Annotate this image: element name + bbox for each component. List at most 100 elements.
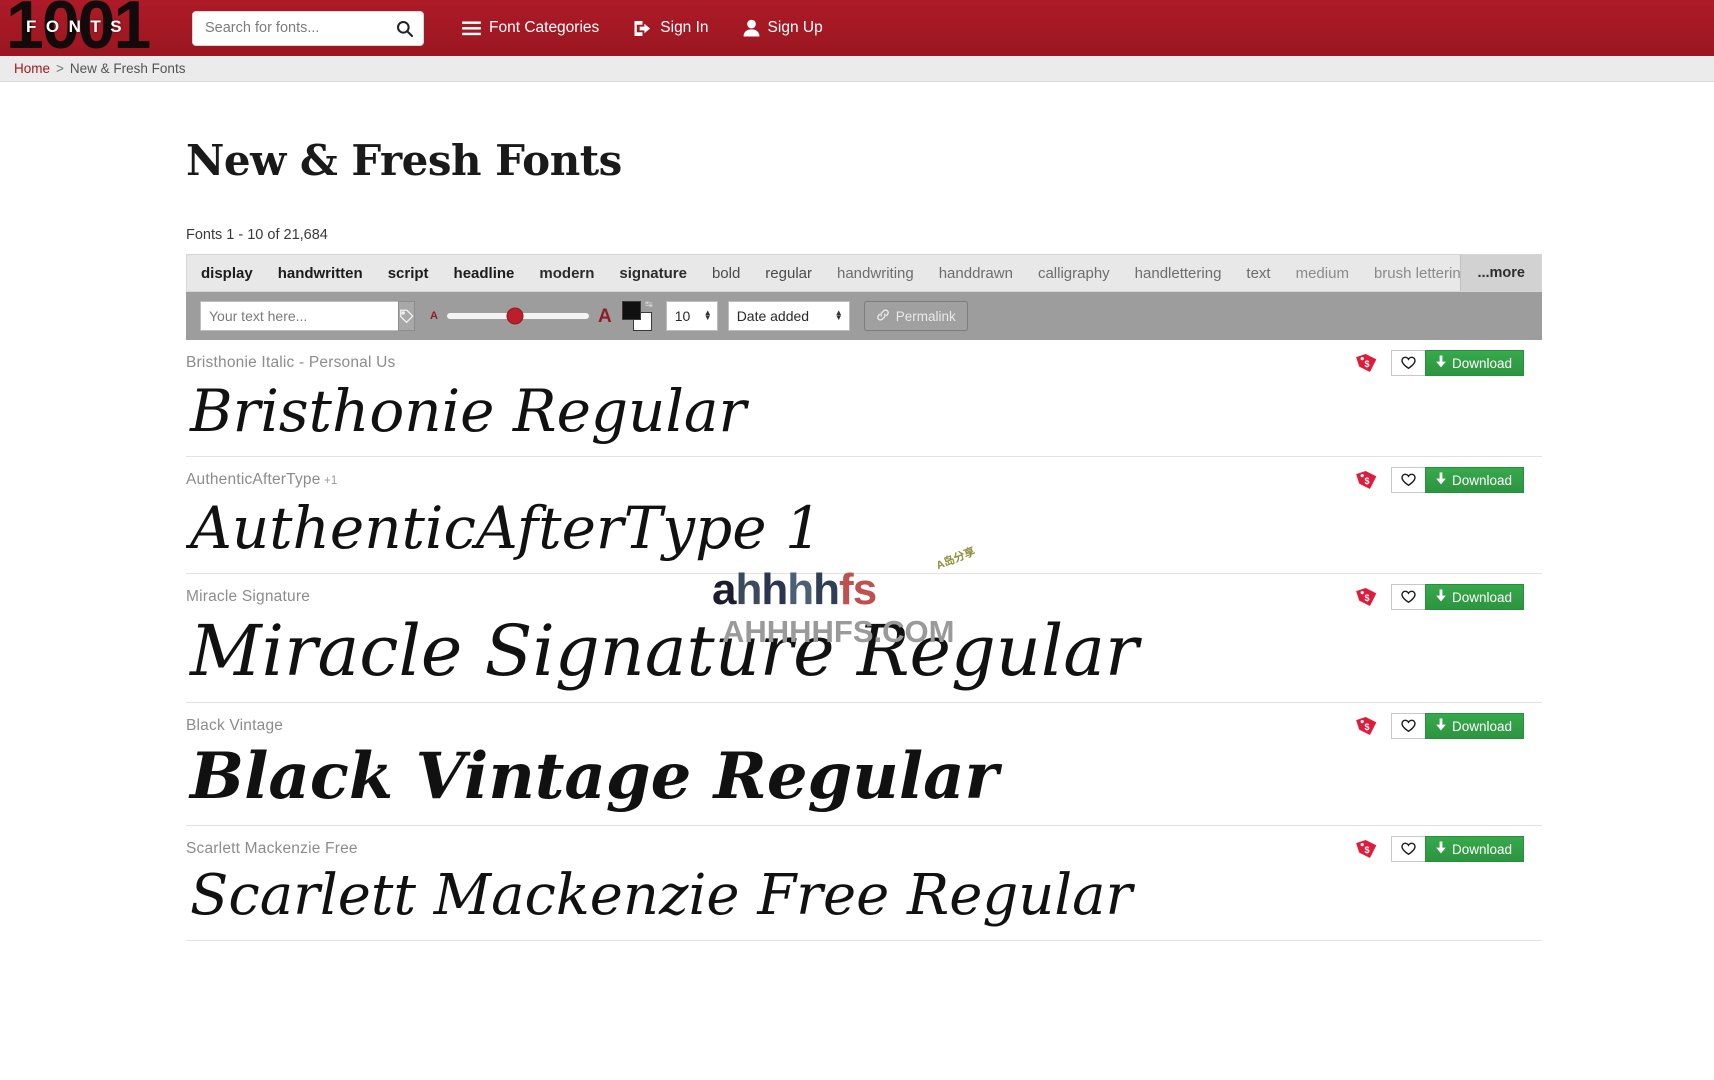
font-size-slider-knob[interactable]	[506, 307, 524, 325]
permalink-label: Permalink	[895, 308, 956, 324]
nav-sign-in[interactable]: Sign In	[633, 19, 709, 37]
download-button[interactable]: Download	[1424, 713, 1524, 739]
tag-filter-bold[interactable]: bold	[712, 265, 740, 282]
font-action-buttons: Download	[1390, 467, 1524, 493]
font-name[interactable]: Miracle Signature	[186, 588, 1542, 606]
user-icon	[743, 19, 760, 37]
download-button-label: Download	[1451, 472, 1512, 488]
site-logo[interactable]: 1001 FONTS	[0, 0, 172, 56]
download-button[interactable]: Download	[1424, 467, 1524, 493]
download-button[interactable]: Download	[1424, 836, 1524, 862]
swap-colors-icon[interactable]: ↹	[645, 299, 653, 310]
permalink-button[interactable]: Permalink	[863, 301, 968, 331]
price-tag-icon[interactable]: $	[1355, 352, 1377, 374]
download-button[interactable]: Download	[1424, 350, 1524, 376]
download-button-label: Download	[1451, 841, 1512, 857]
svg-text:$: $	[1364, 722, 1369, 732]
tag-filter-signature[interactable]: signature	[619, 265, 687, 282]
foreground-color-swatch[interactable]	[621, 301, 641, 320]
font-preview-text: AuthenticAfterType 1	[190, 494, 822, 562]
per-page-value: 10	[674, 308, 691, 324]
size-large-label: A	[597, 305, 612, 327]
tag-filter-brush-lettering[interactable]: brush lettering	[1374, 265, 1469, 282]
search-box[interactable]	[192, 10, 424, 46]
results-count: Fonts 1 - 10 of 21,684	[186, 227, 328, 243]
logo-wordmark: FONTS	[26, 17, 132, 36]
price-tag-icon[interactable]: $	[1355, 469, 1377, 491]
download-arrow-icon	[1435, 472, 1447, 488]
svg-text:$: $	[1364, 476, 1369, 486]
download-button-label: Download	[1451, 589, 1512, 605]
svg-text:$: $	[1364, 593, 1369, 603]
breadcrumb-current: New & Fresh Fonts	[69, 61, 186, 76]
breadcrumb: Home > New & Fresh Fonts	[0, 56, 1714, 82]
sign-in-icon	[633, 20, 652, 37]
color-picker-swatch[interactable]: ↹	[621, 299, 653, 331]
nav-font-categories[interactable]: Font Categories	[462, 19, 599, 37]
tag-filter-text[interactable]: text	[1246, 265, 1270, 282]
font-variant-count: +1	[320, 475, 338, 487]
download-arrow-icon	[1435, 355, 1447, 371]
tag-filter-regular[interactable]: regular	[765, 265, 812, 282]
svg-text:$: $	[1364, 845, 1369, 855]
main-nav: Font Categories Sign In Sign Up	[462, 19, 823, 37]
font-row-actions: $ Download	[1355, 350, 1524, 376]
download-arrow-icon	[1435, 589, 1447, 605]
sort-select[interactable]: Date added ▲ ▼	[727, 301, 850, 331]
tag-filter-headline[interactable]: headline	[454, 265, 515, 282]
nav-sign-up[interactable]: Sign Up	[743, 19, 823, 37]
tag-filter-handwritten[interactable]: handwritten	[278, 265, 363, 282]
tag-filter-handdrawn[interactable]: handdrawn	[939, 265, 1013, 282]
tag-filter-script[interactable]: script	[388, 265, 429, 282]
preview-control-bar: A A ↹ 10 ▲▼ Date added ▲▼	[186, 292, 1542, 340]
font-preview-text: Scarlett Mackenzie Free Regular	[190, 863, 1133, 928]
stepper-arrows-icon[interactable]: ▲ ▼	[704, 309, 712, 321]
tag-filter-calligraphy[interactable]: calligraphy	[1038, 265, 1110, 282]
font-size-slider[interactable]	[446, 307, 589, 325]
favorite-button[interactable]	[1390, 350, 1425, 376]
custom-text-input[interactable]	[200, 301, 398, 331]
breadcrumb-home[interactable]: Home	[14, 61, 50, 76]
per-page-stepper[interactable]: 10 ▲ ▼	[665, 301, 718, 331]
favorite-button[interactable]	[1390, 584, 1425, 610]
tag-filter-handlettering[interactable]: handlettering	[1135, 265, 1222, 282]
price-tag-icon[interactable]: $	[1355, 586, 1377, 608]
nav-sign-in-label: Sign In	[660, 19, 709, 36]
breadcrumb-separator: >	[56, 61, 64, 76]
search-icon[interactable]	[388, 11, 420, 46]
tag-filter-handwriting[interactable]: handwriting	[837, 265, 914, 282]
content-container: New & Fresh Fonts Fonts 1 - 10 of 21,684	[172, 136, 1542, 243]
font-row: AuthenticAfterType +1 $ Download AuthenticA…	[186, 457, 1542, 574]
tag-icon[interactable]	[398, 301, 415, 331]
favorite-button[interactable]	[1390, 713, 1425, 739]
svg-text:$: $	[1364, 359, 1369, 369]
favorite-button[interactable]	[1390, 467, 1425, 493]
tag-filter-medium[interactable]: medium	[1296, 265, 1349, 282]
font-results-list: Bristhonie Italic - Personal Us $ Download…	[172, 340, 1542, 941]
font-row: Miracle Signature $ Download Miracle Signat…	[186, 574, 1542, 703]
price-tag-icon[interactable]: $	[1355, 838, 1377, 860]
tags-more-button[interactable]: ...more	[1460, 255, 1541, 291]
hamburger-icon	[462, 20, 481, 36]
favorite-button[interactable]	[1390, 836, 1425, 862]
font-preview-text: Bristhonie Regular	[190, 377, 747, 445]
download-button[interactable]: Download	[1424, 584, 1524, 610]
custom-text-box[interactable]	[200, 301, 415, 331]
price-tag-icon[interactable]: $	[1355, 715, 1377, 737]
font-row-actions: $ Download	[1355, 584, 1524, 610]
download-button-label: Download	[1451, 355, 1512, 371]
site-header: 1001 FONTS Font Categories	[0, 0, 1714, 56]
chevron-updown-icon: ▲ ▼	[834, 308, 843, 322]
link-icon	[876, 308, 890, 325]
font-name[interactable]: AuthenticAfterType +1	[186, 471, 1542, 489]
download-arrow-icon	[1435, 718, 1447, 734]
font-row: Bristhonie Italic - Personal Us $ Download…	[186, 340, 1542, 457]
font-preview-text: Miracle Signature Regular	[190, 610, 1139, 692]
font-name[interactable]: Scarlett Mackenzie Free	[186, 840, 1542, 858]
font-name[interactable]: Black Vintage	[186, 717, 1542, 735]
font-name[interactable]: Bristhonie Italic - Personal Us	[186, 354, 1542, 372]
download-button-label: Download	[1451, 718, 1512, 734]
tag-filter-display[interactable]: display	[201, 265, 253, 282]
tag-filter-modern[interactable]: modern	[539, 265, 594, 282]
page-title: New & Fresh Fonts	[186, 136, 622, 185]
